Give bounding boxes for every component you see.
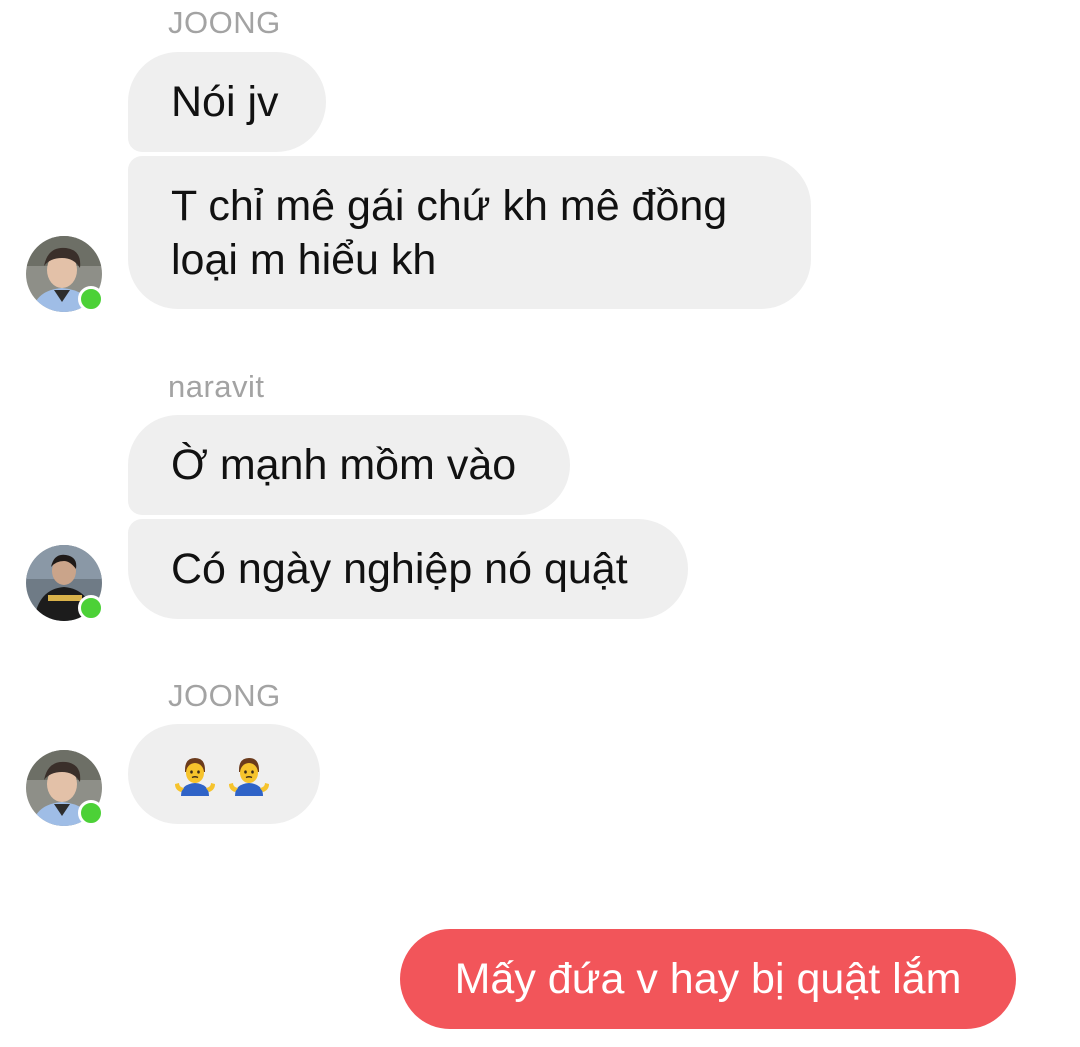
avatar-joong[interactable] [26, 236, 104, 312]
online-status-dot [78, 800, 104, 826]
sender-name-joong: JOONG [168, 678, 281, 713]
emoji-message-bubble[interactable] [128, 724, 320, 824]
message-text: Có ngày nghiệp nó quật [171, 545, 628, 593]
emoji-message [171, 750, 279, 798]
sender-name-naravit: naravit [168, 369, 265, 404]
man-shrugging-icon [229, 758, 269, 796]
message-text: T chỉ mê gái chứ kh mê đồng loại m hiểu … [171, 181, 728, 284]
avatar-joong[interactable] [26, 750, 104, 826]
man-shrugging-icon [175, 758, 215, 796]
message-bubble[interactable]: Nói jv [128, 52, 326, 152]
message-bubble[interactable]: Có ngày nghiệp nó quật [128, 519, 688, 619]
message-bubble[interactable]: T chỉ mê gái chứ kh mê đồng loại m hiểu … [128, 156, 811, 309]
message-text: Ờ mạnh mồm vào [171, 441, 517, 489]
outgoing-message-bubble[interactable]: Mấy đứa v hay bị quật lắm [400, 929, 1016, 1029]
sender-name-joong: JOONG [168, 5, 281, 40]
message-text: Nói jv [171, 78, 279, 126]
online-status-dot [78, 286, 104, 312]
outgoing-message-text: Mấy đứa v hay bị quật lắm [454, 954, 962, 1003]
message-bubble[interactable]: Ờ mạnh mồm vào [128, 415, 570, 515]
online-status-dot [78, 595, 104, 621]
avatar-naravit[interactable] [26, 545, 104, 621]
